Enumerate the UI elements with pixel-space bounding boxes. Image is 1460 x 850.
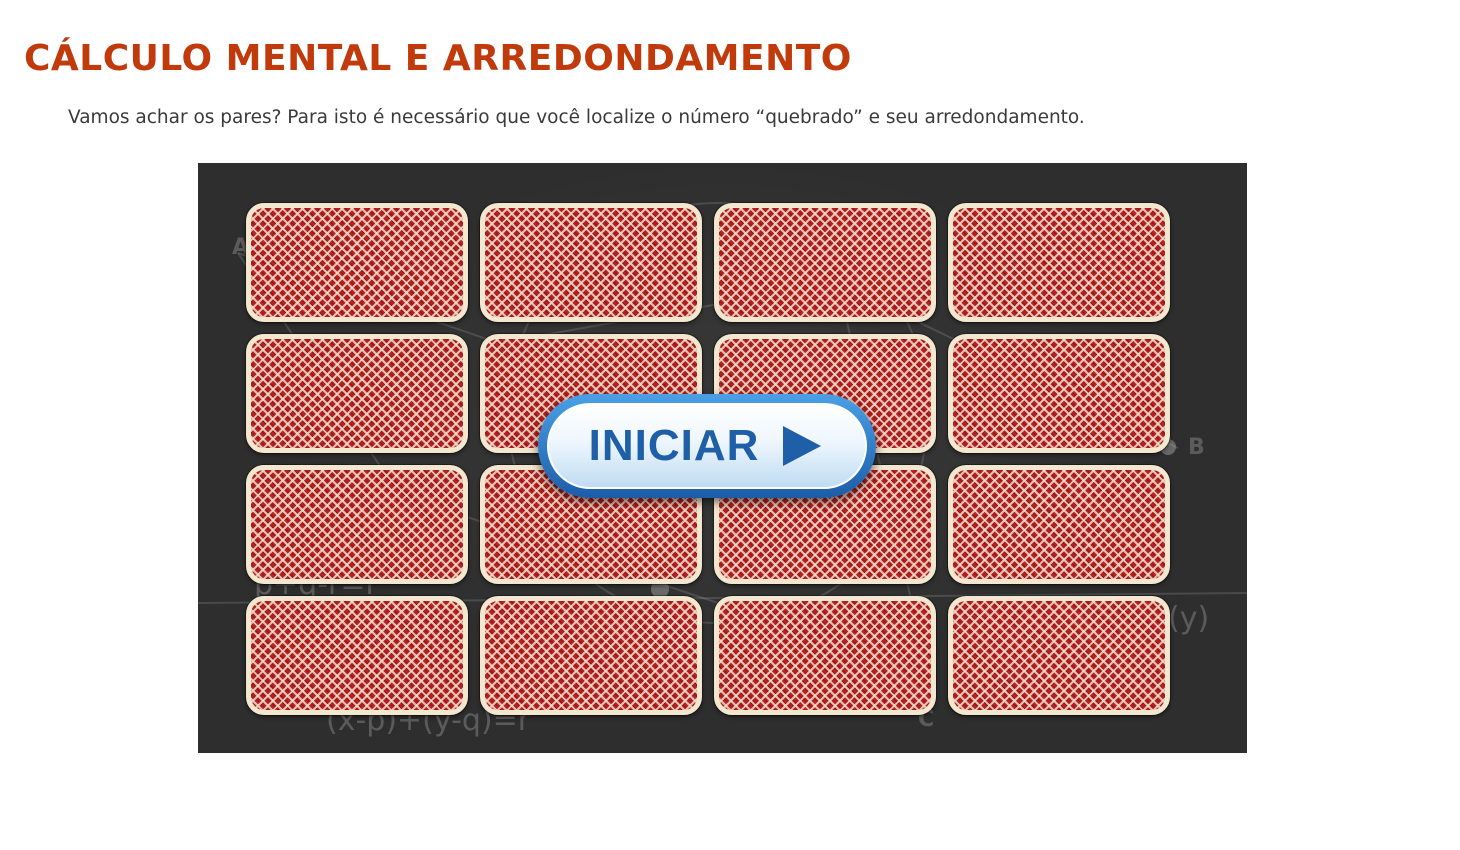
chalk-equation-3: (y) [1168,601,1210,636]
start-button-label: INICIAR [588,421,760,470]
memory-card[interactable] [246,203,468,322]
start-button[interactable]: INICIAR [538,394,876,498]
memory-card[interactable] [714,596,936,715]
memory-card[interactable] [246,334,468,453]
play-arrow-icon [783,426,822,466]
intro-text: Vamos achar os pares? Para isto é necess… [68,107,1085,128]
memory-card[interactable] [948,596,1170,715]
page: CÁLCULO MENTAL E ARREDONDAMENTO Vamos ac… [0,0,1460,850]
page-title: CÁLCULO MENTAL E ARREDONDAMENTO [24,38,852,79]
memory-card[interactable] [948,334,1170,453]
memory-card[interactable] [948,465,1170,584]
memory-card[interactable] [246,465,468,584]
memory-card[interactable] [948,203,1170,322]
memory-card[interactable] [714,203,936,322]
memory-game-board: A B C p+q-r=r (x-p)+(y-q)=r (y) INICIAR [198,163,1247,753]
start-button-face[interactable]: INICIAR [547,403,867,489]
memory-card[interactable] [246,596,468,715]
memory-card[interactable] [480,203,702,322]
memory-card[interactable] [480,596,702,715]
chalk-label-b: B [1188,435,1205,460]
